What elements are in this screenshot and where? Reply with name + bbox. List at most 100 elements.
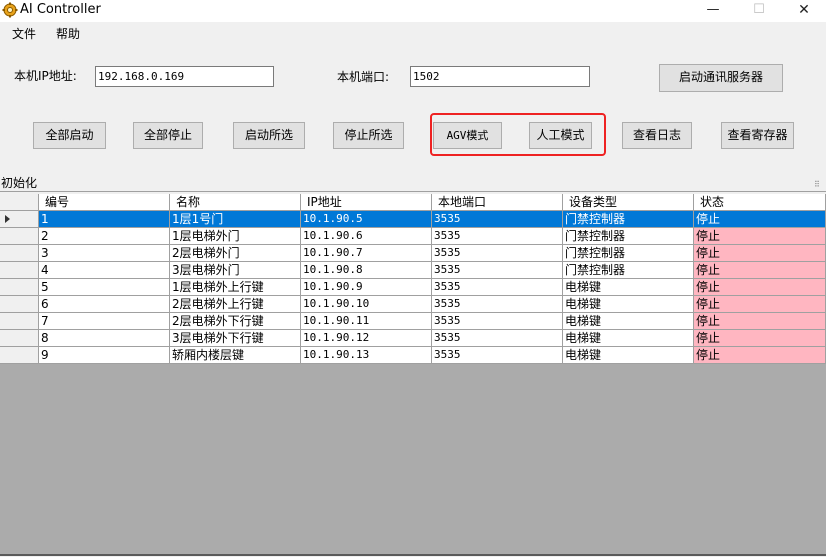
cell-status[interactable]: 停止	[694, 313, 826, 330]
cell-id[interactable]: 3	[39, 245, 170, 262]
row-selector[interactable]	[0, 211, 39, 228]
cell-port[interactable]: 3535	[432, 228, 563, 245]
cell-name[interactable]: 1层电梯外门	[170, 228, 301, 245]
row-selector[interactable]	[0, 228, 39, 245]
cell-status[interactable]: 停止	[694, 296, 826, 313]
cell-status[interactable]: 停止	[694, 330, 826, 347]
row-selector[interactable]	[0, 245, 39, 262]
column-header-id[interactable]: 编号	[39, 194, 170, 211]
column-header-port[interactable]: 本地端口	[432, 194, 563, 211]
cell-id[interactable]: 9	[39, 347, 170, 364]
maximize-button[interactable]: ☐	[736, 0, 782, 22]
view-registers-button[interactable]: 查看寄存器	[721, 122, 794, 149]
table-row[interactable]: 6 2层电梯外上行键 10.1.90.10 3535 电梯键 停止	[0, 296, 826, 313]
panel-caption: 初始化	[1, 176, 38, 190]
cell-name[interactable]: 1层1号门	[170, 211, 301, 228]
port-field[interactable]: 1502	[410, 66, 590, 87]
cell-id[interactable]: 2	[39, 228, 170, 245]
table-row[interactable]: 7 2层电梯外下行键 10.1.90.11 3535 电梯键 停止	[0, 313, 826, 330]
column-header-ip[interactable]: IP地址	[301, 194, 432, 211]
ip-field[interactable]: 192.168.0.169	[95, 66, 274, 87]
table-row[interactable]: 4 3层电梯外门 10.1.90.8 3535 门禁控制器 停止	[0, 262, 826, 279]
table-row[interactable]: 5 1层电梯外上行键 10.1.90.9 3535 电梯键 停止	[0, 279, 826, 296]
row-selector[interactable]	[0, 347, 39, 364]
cell-port[interactable]: 3535	[432, 211, 563, 228]
cell-port[interactable]: 3535	[432, 245, 563, 262]
cell-status[interactable]: 停止	[694, 262, 826, 279]
cell-status[interactable]: 停止	[694, 279, 826, 296]
table-row[interactable]: 3 2层电梯外门 10.1.90.7 3535 门禁控制器 停止	[0, 245, 826, 262]
row-header-corner[interactable]	[0, 194, 39, 211]
cell-name[interactable]: 3层电梯外门	[170, 262, 301, 279]
row-selector[interactable]	[0, 330, 39, 347]
stop-selected-button[interactable]: 停止所选	[333, 122, 404, 149]
cell-name[interactable]: 2层电梯外下行键	[170, 313, 301, 330]
cell-ip[interactable]: 10.1.90.9	[301, 279, 432, 296]
cell-type[interactable]: 门禁控制器	[563, 211, 694, 228]
start-server-button[interactable]: 启动通讯服务器	[659, 64, 783, 92]
cell-id[interactable]: 5	[39, 279, 170, 296]
cell-port[interactable]: 3535	[432, 330, 563, 347]
resize-grip-icon[interactable]: ⠿	[814, 180, 824, 190]
cell-ip[interactable]: 10.1.90.11	[301, 313, 432, 330]
cell-type[interactable]: 门禁控制器	[563, 262, 694, 279]
cell-port[interactable]: 3535	[432, 313, 563, 330]
cell-name[interactable]: 2层电梯外门	[170, 245, 301, 262]
cell-status[interactable]: 停止	[694, 347, 826, 364]
cell-type[interactable]: 电梯键	[563, 347, 694, 364]
cell-status[interactable]: 停止	[694, 228, 826, 245]
row-selector[interactable]	[0, 313, 39, 330]
cell-ip[interactable]: 10.1.90.12	[301, 330, 432, 347]
cell-ip[interactable]: 10.1.90.6	[301, 228, 432, 245]
cell-id[interactable]: 6	[39, 296, 170, 313]
cell-id[interactable]: 4	[39, 262, 170, 279]
cell-type[interactable]: 电梯键	[563, 296, 694, 313]
minimize-button[interactable]: —	[690, 0, 736, 22]
cell-name[interactable]: 1层电梯外上行键	[170, 279, 301, 296]
divider	[0, 191, 826, 192]
cell-type[interactable]: 电梯键	[563, 330, 694, 347]
cell-port[interactable]: 3535	[432, 262, 563, 279]
cell-id[interactable]: 7	[39, 313, 170, 330]
cell-ip[interactable]: 10.1.90.13	[301, 347, 432, 364]
table-row[interactable]: 2 1层电梯外门 10.1.90.6 3535 门禁控制器 停止	[0, 228, 826, 245]
menu-bar: 文件 帮助	[0, 22, 826, 46]
cell-id[interactable]: 8	[39, 330, 170, 347]
start-all-button[interactable]: 全部启动	[33, 122, 106, 149]
table-row[interactable]: 8 3层电梯外下行键 10.1.90.12 3535 电梯键 停止	[0, 330, 826, 347]
menu-help[interactable]: 帮助	[56, 26, 80, 42]
table-row[interactable]: 1 1层1号门 10.1.90.5 3535 门禁控制器 停止	[0, 211, 826, 228]
cell-ip[interactable]: 10.1.90.5	[301, 211, 432, 228]
cell-type[interactable]: 电梯键	[563, 279, 694, 296]
cell-name[interactable]: 轿厢内楼层键	[170, 347, 301, 364]
cell-type[interactable]: 电梯键	[563, 313, 694, 330]
title-bar[interactable]: AI Controller — ☐ ✕	[0, 0, 826, 22]
stop-all-button[interactable]: 全部停止	[133, 122, 203, 149]
menu-file[interactable]: 文件	[12, 26, 36, 42]
row-selector[interactable]	[0, 296, 39, 313]
cell-ip[interactable]: 10.1.90.7	[301, 245, 432, 262]
row-selector[interactable]	[0, 279, 39, 296]
window-title: AI Controller	[20, 2, 101, 17]
close-button[interactable]: ✕	[781, 0, 826, 22]
cell-ip[interactable]: 10.1.90.8	[301, 262, 432, 279]
cell-type[interactable]: 门禁控制器	[563, 245, 694, 262]
column-header-status[interactable]: 状态	[694, 194, 826, 211]
cell-status[interactable]: 停止	[694, 211, 826, 228]
cell-name[interactable]: 3层电梯外下行键	[170, 330, 301, 347]
device-table[interactable]: 编号 名称 IP地址 本地端口 设备类型 状态 1 1层1号门 10.1.90.5 3…	[0, 194, 826, 556]
cell-port[interactable]: 3535	[432, 347, 563, 364]
cell-name[interactable]: 2层电梯外上行键	[170, 296, 301, 313]
view-log-button[interactable]: 查看日志	[622, 122, 692, 149]
cell-type[interactable]: 门禁控制器	[563, 228, 694, 245]
cell-status[interactable]: 停止	[694, 245, 826, 262]
cell-id[interactable]: 1	[39, 211, 170, 228]
row-selector[interactable]	[0, 262, 39, 279]
cell-port[interactable]: 3535	[432, 296, 563, 313]
column-header-name[interactable]: 名称	[170, 194, 301, 211]
column-header-type[interactable]: 设备类型	[563, 194, 694, 211]
start-selected-button[interactable]: 启动所选	[233, 122, 305, 149]
table-row[interactable]: 9 轿厢内楼层键 10.1.90.13 3535 电梯键 停止	[0, 347, 826, 364]
cell-ip[interactable]: 10.1.90.10	[301, 296, 432, 313]
cell-port[interactable]: 3535	[432, 279, 563, 296]
